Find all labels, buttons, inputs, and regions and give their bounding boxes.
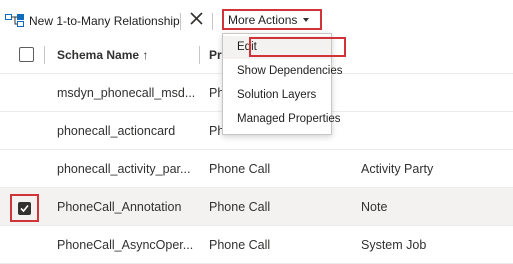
menu-item-show-dependencies[interactable]: Show Dependencies <box>223 60 343 83</box>
table-row-selected[interactable]: PhoneCall_Annotation Phone Call Note <box>0 188 513 226</box>
more-actions-button[interactable]: More Actions <box>222 9 322 30</box>
delete-button[interactable] <box>188 11 204 29</box>
menu-item-edit[interactable]: Edit <box>223 36 331 59</box>
checkmark-icon <box>20 204 29 213</box>
menu-item-label: Solution Layers <box>237 89 317 101</box>
primary-entity-cell: Phone Call <box>209 238 271 252</box>
schema-name-cell: msdyn_phonecall_msd... <box>57 86 196 100</box>
table-row[interactable]: phonecall_activity_par... Phone Call Act… <box>0 150 513 188</box>
more-actions-label: More Actions <box>228 12 298 27</box>
related-entity-cell: Activity Party <box>361 162 434 176</box>
column-header-primary-entity[interactable]: Pr <box>209 48 222 62</box>
menu-item-solution-layers[interactable]: Solution Layers <box>223 84 331 107</box>
table-row[interactable]: PhoneCall_AsyncOper... Phone Call System… <box>0 226 513 264</box>
toolbar-divider <box>212 13 213 30</box>
schema-name-cell: PhoneCall_AsyncOper... <box>57 238 194 252</box>
more-actions-menu: Edit Show Dependencies Solution Layers M… <box>222 33 343 135</box>
menu-item-label: Managed Properties <box>237 113 341 125</box>
schema-name-cell: phonecall_actioncard <box>57 124 176 138</box>
menu-item-label: Edit <box>237 41 257 53</box>
toolbar-divider <box>180 13 181 30</box>
close-x-icon <box>189 12 203 28</box>
row-checkbox-checked[interactable] <box>18 202 31 215</box>
menu-item-label: Show Dependencies <box>237 65 343 77</box>
chevron-down-icon <box>303 17 310 22</box>
schema-name-cell: phonecall_activity_par... <box>57 162 191 176</box>
primary-entity-cell: Phone Call <box>209 200 271 214</box>
primary-entity-cell: Phone Call <box>209 162 271 176</box>
new-1-to-many-relationship-button[interactable]: New 1-to-Many Relationship <box>5 12 180 30</box>
relationship-diagram-icon <box>5 14 25 28</box>
select-all-checkbox[interactable] <box>19 47 34 62</box>
menu-item-managed-properties[interactable]: Managed Properties <box>223 108 341 131</box>
column-header-schema-name[interactable]: Schema Name ↑ <box>57 48 148 62</box>
column-divider <box>199 46 200 64</box>
related-entity-cell: System Job <box>361 238 427 252</box>
column-divider <box>44 46 45 64</box>
related-entity-cell: Note <box>361 200 388 214</box>
new-relationship-label: New 1-to-Many Relationship <box>29 14 180 28</box>
row-checkbox-highlight <box>10 194 39 222</box>
schema-name-cell: PhoneCall_Annotation <box>57 200 182 214</box>
